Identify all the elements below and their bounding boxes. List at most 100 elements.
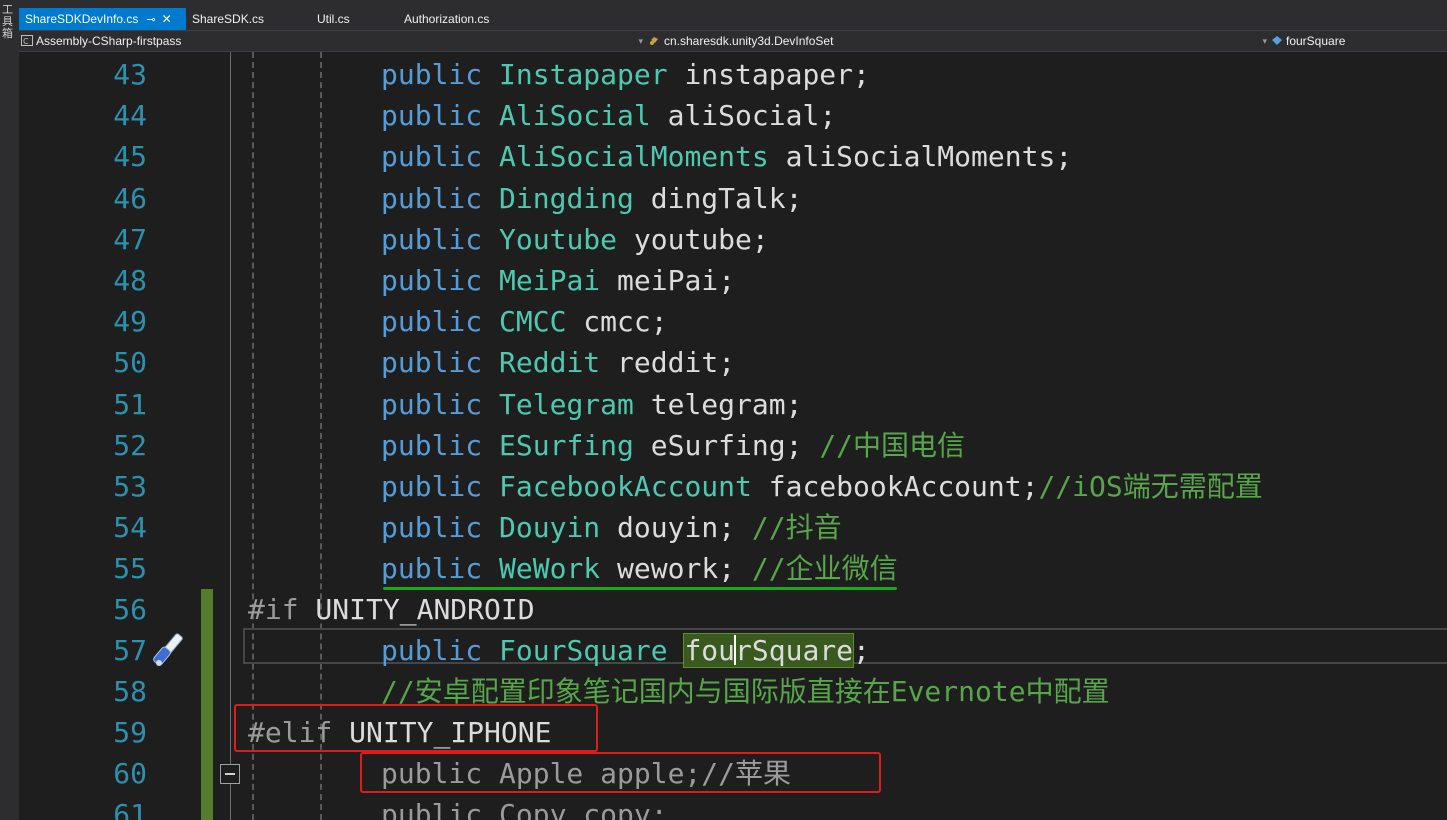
type-name: CMCC [499,305,567,339]
code-line[interactable]: 46 public Dingding dingTalk; [19,178,1447,219]
line-text: public Youtube youtube; [381,219,769,260]
type-name: MeiPai [499,264,601,297]
toolbox-label: 工具箱 [2,3,13,40]
code-line[interactable]: 48 public MeiPai meiPai; [19,260,1447,301]
code-line[interactable]: 43 public Instapaper instapaper; [19,54,1447,95]
code-line[interactable]: 49 public CMCC cmcc; [19,301,1447,342]
keyword: public [381,58,483,91]
code-line[interactable]: 47 public Youtube youtube; [19,219,1447,260]
code-line[interactable]: 56 #if UNITY_ANDROID [19,589,1447,630]
comment: //企业微信 [751,552,898,586]
type-name: AliSocialMoments [499,140,769,174]
code-line[interactable]: 52 public ESurfing eSurfing; //中国电信 [19,425,1447,466]
red-box-annotation [360,752,881,793]
identifier-part: fou [684,634,736,667]
keyword: public [381,140,483,174]
line-number: 49 [113,305,147,339]
preprocessor-symbol: UNITY_ANDROID [298,593,535,626]
keyword: public [381,470,483,503]
screwdriver-icon[interactable] [149,629,193,673]
red-box-annotation [234,704,598,752]
collapse-icon[interactable] [220,764,240,784]
chevron-down-icon: ▾ [1262,36,1267,46]
code-line[interactable]: 44 public AliSocial aliSocial; [19,95,1447,136]
member-dropdown[interactable]: fourSquare [1271,32,1446,51]
line-number: 53 [113,470,147,503]
line-text: #if UNITY_ANDROID [248,589,535,630]
keyword: public [381,634,483,667]
code-line[interactable]: 50 public Reddit reddit; [19,342,1447,383]
close-icon[interactable]: ✕ [162,12,172,26]
identifier: reddit [600,346,719,380]
line-number: 45 [113,140,147,174]
line-number: 51 [113,387,147,421]
chevron-down-icon: ▾ [638,36,643,46]
member-name: fourSquare [1286,34,1346,48]
code-line[interactable]: 57 public FourSquare fourSquare; [19,630,1447,671]
type-name: WeWork [499,552,601,586]
tab-label: ShareSDK.cs [192,12,265,26]
tab-label: Util.cs [317,12,350,26]
tab-util[interactable]: Util.cs [311,8,356,30]
semicolon: ; [785,387,803,421]
line-number: 46 [113,181,147,215]
semicolon: ; [853,634,870,667]
line-text: public Reddit reddit; [381,342,735,383]
inactive-code: public Copy copy; [381,798,668,820]
semicolon: ; [1055,140,1073,174]
tab-sharesdk[interactable]: ShareSDK.cs [186,8,270,30]
line-text: public AliSocial aliSocial; [381,95,836,136]
code-line[interactable]: 53 public FacebookAccount facebookAccount… [19,466,1447,507]
keyword: public [381,387,483,421]
keyword: public [381,222,483,256]
line-text: public Instapaper instapaper; [381,54,870,95]
preprocessor-directive: #if [248,593,299,626]
semicolon: ; [785,428,820,462]
line-text: public FourSquare fourSquare; [381,630,870,671]
identifier: aliSocial [650,99,820,133]
identifier: douyin [600,511,719,545]
keyword: public [381,181,483,215]
pin-icon[interactable]: ⊸ [146,14,155,26]
keyword: public [381,552,483,586]
code-editor[interactable]: 43 public Instapaper instapaper; 44 public … [19,52,1447,820]
semicolon: ; [718,264,736,297]
line-text: public MeiPai meiPai; [381,260,735,301]
line-number: 50 [113,346,147,380]
tab-sharesdkdevinfo[interactable]: ShareSDKDevInfo.cs ⊸ ✕ [19,8,186,30]
keyword: public [381,428,483,462]
toolbox-strip[interactable]: 工具箱 [0,0,20,820]
code-line[interactable]: 51 public Telegram telegram; [19,384,1447,425]
type-name: Reddit [499,346,601,380]
semicolon: ; [718,552,752,586]
code-line[interactable]: 61 public Copy copy; [19,794,1447,820]
identifier: meiPai [600,264,719,297]
line-number: 58 [113,675,147,708]
type-name: Telegram [499,387,634,421]
code-line[interactable]: 55 public WeWork wework; //企业微信 [19,548,1447,589]
code-line[interactable]: 45 public AliSocialMoments aliSocialMomen… [19,136,1447,177]
tab-authorization[interactable]: Authorization.cs [398,8,495,30]
type-dropdown[interactable]: cn.sharesdk.unity3d.DevInfoSet ▾ [649,32,1269,51]
project-dropdown[interactable]: C Assembly-CSharp-firstpass ▾ [21,32,645,51]
project-name: Assembly-CSharp-firstpass [36,34,182,48]
line-number: 54 [113,511,147,545]
semicolon: ; [853,58,870,91]
identifier: instapaper [667,58,854,91]
type-name: cn.sharesdk.unity3d.DevInfoSet [664,34,834,48]
type-name: AliSocial [499,99,651,133]
line-number: 52 [113,428,147,462]
type-name: Dingding [499,181,634,215]
code-line[interactable]: 54 public Douyin douyin; //抖音 [19,507,1447,548]
keyword: public [381,346,483,380]
identifier-part: rSquare [735,634,854,667]
